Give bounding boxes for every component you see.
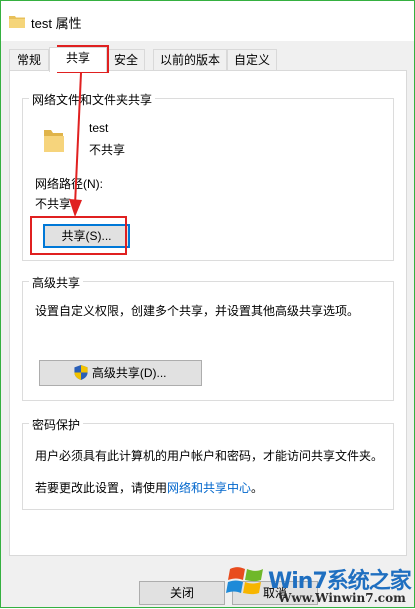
annotation-arrow xyxy=(69,73,82,217)
advanced-sharing-group: 高级共享 设置自定义权限，创建多个共享，并设置其他高级共享选项。 高级共享(D)… xyxy=(22,274,394,401)
window-title: test 属性 xyxy=(31,16,82,31)
advanced-sharing-description: 设置自定义权限，创建多个共享，并设置其他高级共享选项。 xyxy=(35,304,360,318)
network-sharing-title: 网络文件和文件夹共享 xyxy=(29,91,156,108)
change-setting-suffix: 。 xyxy=(251,481,264,495)
close-button[interactable]: 关闭 xyxy=(139,581,225,605)
password-protection-title: 密码保护 xyxy=(29,416,84,433)
watermark-url: Www.Winwin7.com xyxy=(278,591,406,605)
shared-item-status: 不共享 xyxy=(89,143,126,157)
watermark-logo: Win7系统之家 Www.Winwin7.com xyxy=(226,557,415,609)
shared-item-name: test xyxy=(89,121,109,135)
password-protection-description: 用户必须具有此计算机的用户帐户和密码，才能访问共享文件夹。 xyxy=(35,449,384,463)
annotation-share-button-highlight xyxy=(30,216,127,255)
change-setting-text: 若要更改此设置，请使用网络和共享中心。 xyxy=(35,479,263,496)
properties-window: test 属性 常规 共享 安全 以前的版本 自定义 网络文件和文件夹共享 te… xyxy=(0,0,415,608)
windows-logo-icon xyxy=(226,567,263,595)
advanced-sharing-button-label: 高级共享(D)... xyxy=(91,366,167,380)
advanced-sharing-title: 高级共享 xyxy=(29,274,84,291)
tab-customize[interactable]: 自定义 xyxy=(227,49,277,70)
tab-sharing[interactable]: 共享 xyxy=(49,47,107,72)
network-sharing-center-link[interactable]: 网络和共享中心 xyxy=(167,481,251,495)
password-protection-group: 密码保护 用户必须具有此计算机的用户帐户和密码，才能访问共享文件夹。 若要更改此… xyxy=(22,416,394,510)
tab-general[interactable]: 常规 xyxy=(9,49,49,70)
folder-icon xyxy=(9,16,25,28)
tab-security[interactable]: 安全 xyxy=(107,49,145,70)
change-setting-prefix: 若要更改此设置，请使用 xyxy=(35,481,168,495)
uac-shield-icon xyxy=(74,365,89,380)
advanced-sharing-button[interactable]: 高级共享(D)... xyxy=(39,360,202,386)
title-bar[interactable]: test 属性 xyxy=(1,1,414,41)
tab-previous-versions[interactable]: 以前的版本 xyxy=(153,49,227,70)
